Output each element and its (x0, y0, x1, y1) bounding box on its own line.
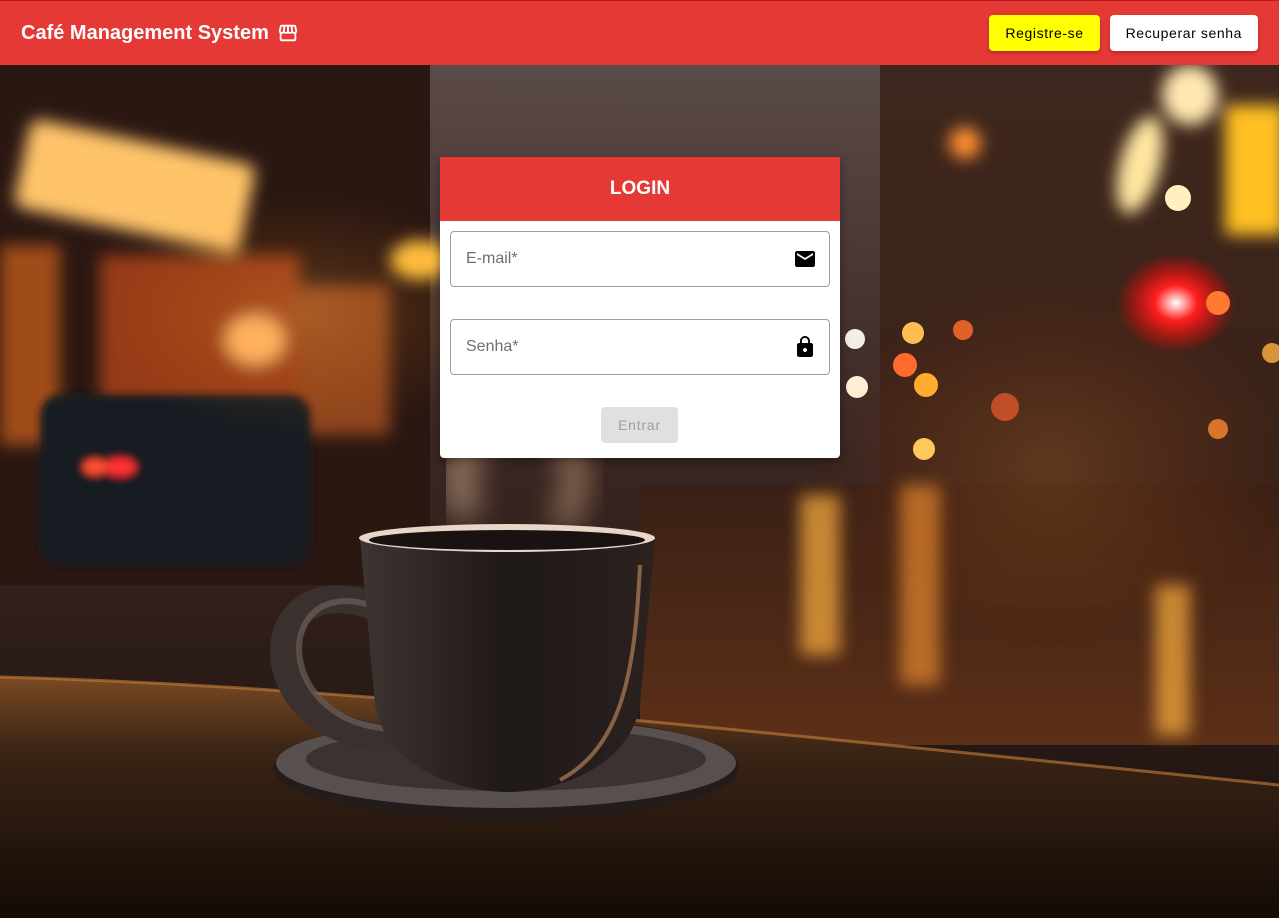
password-field[interactable] (450, 319, 830, 375)
register-button[interactable]: Registre-se (989, 15, 1100, 51)
login-header: LOGIN (440, 157, 840, 221)
login-submit-button[interactable]: Entrar (601, 407, 678, 443)
password-input[interactable] (466, 338, 793, 356)
app-title: Café Management System (21, 21, 269, 44)
email-field[interactable] (450, 231, 830, 287)
email-input[interactable] (466, 250, 793, 268)
storefront-icon (277, 22, 299, 44)
top-toolbar: Café Management System Registre-se Recup… (0, 0, 1279, 65)
lock-icon (793, 335, 817, 359)
login-card: LOGIN Entrar (440, 157, 840, 458)
app-brand: Café Management System (21, 22, 299, 45)
mail-icon (793, 247, 817, 271)
recover-password-button[interactable]: Recuperar senha (1109, 15, 1258, 51)
